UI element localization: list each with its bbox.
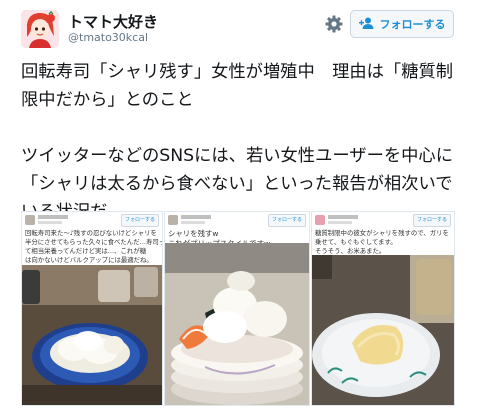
embedded-follow-button: フォローする	[412, 214, 451, 227]
gari-plate-photo	[312, 255, 454, 405]
embedded-name-placeholder	[38, 215, 68, 219]
tweet-header: トマト大好き @tmato30kcal フォローする	[0, 0, 480, 52]
embedded-handle-placeholder	[181, 221, 205, 224]
gear-icon[interactable]	[323, 13, 345, 35]
follow-label: フォローする	[379, 18, 446, 31]
embedded-tweet-text: 回転寿司来た〜♪残すの忍びないけどシャリを 半分にさせてもらった久々に食べたんだ…	[25, 229, 163, 264]
embedded-follow-button: フォローする	[120, 214, 159, 227]
avatar	[25, 215, 35, 225]
media-image-3[interactable]: フォローする 糖質制限中の彼女がシャリを残すので、ガリを 乗せて、もぐもぐしてま…	[311, 211, 455, 406]
embedded-name-placeholder	[181, 215, 211, 219]
avatar	[315, 215, 325, 225]
media-grid[interactable]: フォローする 回転寿司来た〜♪残すの忍びないけどシャリを 半分にさせてもらった久…	[21, 211, 455, 406]
avatar	[168, 215, 178, 225]
embedded-tweet-header: フォローする	[165, 212, 309, 228]
sushi-plate-photo	[22, 265, 162, 405]
media-image-1[interactable]: フォローする 回転寿司来た〜♪残すの忍びないけどシャリを 半分にさせてもらった久…	[21, 211, 163, 406]
embedded-tweet-header: フォローする	[22, 212, 162, 228]
embedded-tweet-text: 糖質制限中の彼女がシャリを残すので、ガリを 乗せて、もぐもぐしてます。 そうそう…	[315, 229, 449, 255]
embedded-handle-placeholder	[38, 221, 62, 224]
embedded-tweet-header: フォローする	[312, 212, 454, 228]
embedded-handle-placeholder	[328, 221, 352, 224]
avatar[interactable]	[21, 10, 59, 48]
sushi-plates-photo	[165, 243, 309, 405]
follow-button[interactable]: フォローする	[350, 10, 454, 38]
user-handle[interactable]: @tmato30kcal	[68, 31, 148, 44]
tweet-text: 回転寿司「シャリ残す」女性が増殖中 理由は「糖質制限中だから」とのこと ツイッタ…	[21, 62, 454, 222]
embedded-follow-button: フォローする	[267, 214, 306, 227]
media-image-2[interactable]: フォローする シャリを残すw これがプリップスタイルですw	[164, 211, 310, 406]
add-user-icon	[358, 17, 375, 32]
display-name[interactable]: トマト大好き	[68, 11, 158, 32]
embedded-name-placeholder	[328, 215, 358, 219]
